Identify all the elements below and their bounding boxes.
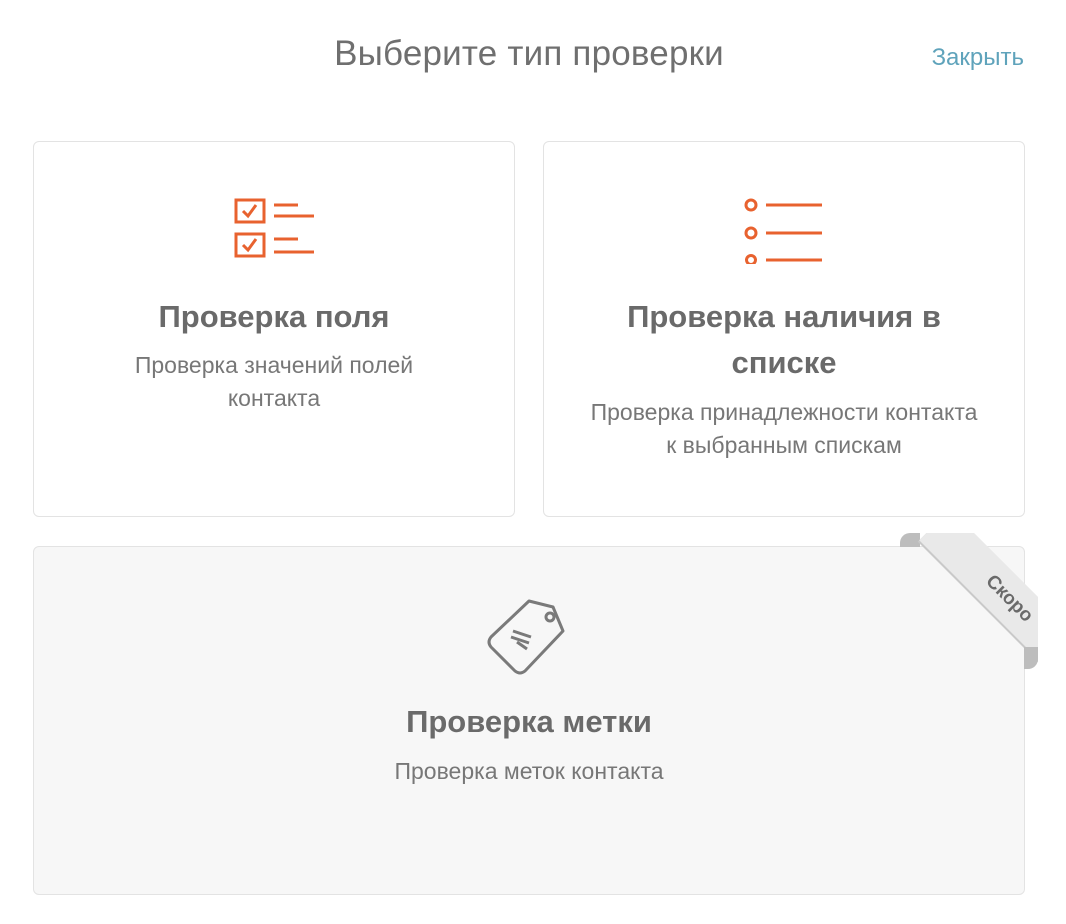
field-check-card[interactable]: Проверка поля Проверка значений полей ко… (33, 141, 515, 517)
tag-check-card: Проверка метки Проверка меток контакта С… (33, 533, 1038, 895)
coming-soon-ribbon: Скоро (898, 533, 1038, 673)
dialog-title: Выберите тип проверки (334, 34, 724, 73)
card-description: Проверка принадлежности контакта к выбра… (590, 399, 978, 458)
choose-check-type-dialog: Выберите тип проверки Закрыть Проверка п… (0, 0, 1066, 924)
close-link[interactable]: Закрыть (932, 44, 1024, 72)
card-description: Проверка меток контакта (394, 758, 664, 784)
card-title: Проверка поля (158, 299, 390, 334)
tag-icon (487, 597, 571, 682)
card-description: Проверка значений полей контакта (134, 352, 414, 411)
coming-soon-badge: Скоро (919, 533, 1038, 673)
checklist-icon (234, 196, 314, 263)
card-title: Проверка метки (406, 704, 652, 739)
list-check-card[interactable]: Проверка наличия в списке Проверка прина… (543, 141, 1025, 517)
card-title: Проверка наличия в списке (627, 299, 941, 380)
bullet-list-icon (744, 198, 824, 269)
